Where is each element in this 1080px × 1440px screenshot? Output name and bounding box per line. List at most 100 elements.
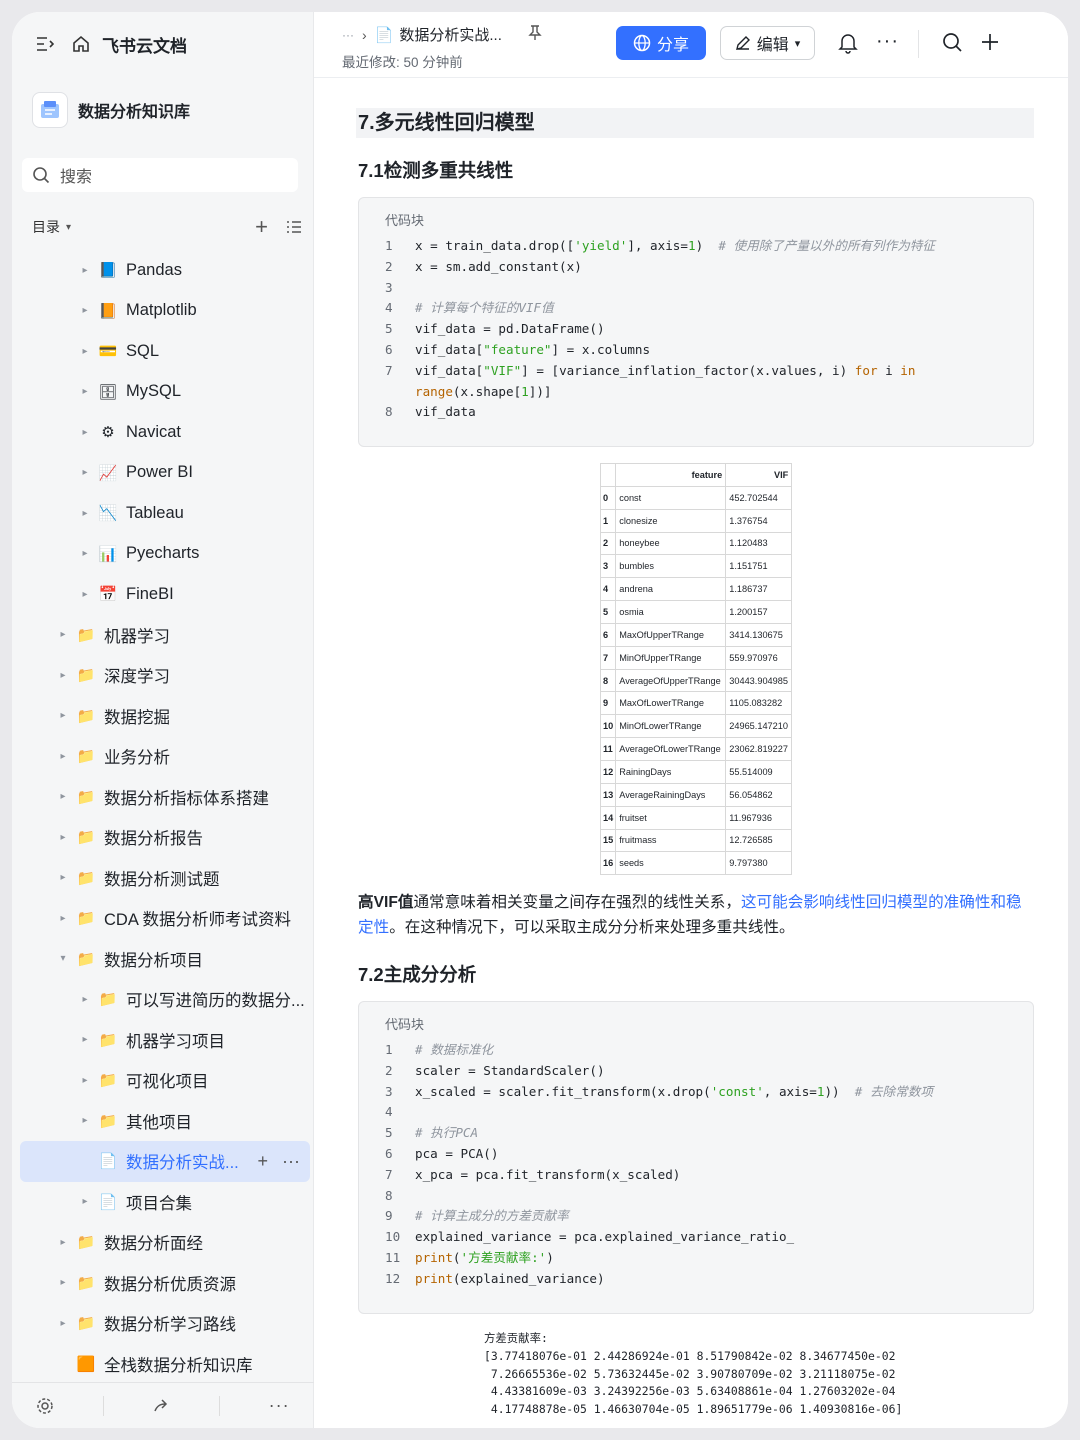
- tree-item[interactable]: ▸ 📁 其他项目: [20, 1101, 312, 1142]
- knowledge-base-name: 数据分析知识库: [78, 104, 191, 121]
- add-icon[interactable]: +: [258, 1151, 269, 1172]
- expanded-arrow-icon[interactable]: ▾: [58, 953, 68, 964]
- tree-item[interactable]: ▸ 📉 Tableau: [20, 493, 312, 534]
- tree-item-label: 全栈数据分析知识库: [104, 1356, 253, 1375]
- expand-arrow-icon[interactable]: ▸: [80, 467, 90, 478]
- table-cell: 24965.147210: [725, 714, 793, 739]
- code-block[interactable]: 代码块 1 x = train_data.drop(['yield'], axis…: [358, 197, 1034, 447]
- expand-arrow-icon[interactable]: ▸: [58, 872, 68, 883]
- add-icon[interactable]: [980, 32, 1000, 57]
- tree-item[interactable]: ▸ 📁 可以写进简历的数据分...: [20, 979, 312, 1020]
- tree-item[interactable]: ▾ 📁 数据分析项目: [20, 939, 312, 980]
- table-cell: 10: [599, 714, 617, 739]
- tree-item[interactable]: ▸ 📁 数据分析学习路线: [20, 1303, 312, 1344]
- tree-item[interactable]: ▸ 📈 Power BI: [20, 453, 312, 494]
- expand-arrow-icon[interactable]: ▸: [58, 629, 68, 640]
- expand-arrow-icon[interactable]: ▸: [80, 346, 90, 357]
- tree-item[interactable]: ▸ 📁 深度学习: [20, 655, 312, 696]
- line-number: 5: [385, 321, 393, 337]
- expand-arrow-icon[interactable]: ▸: [80, 265, 90, 276]
- more-icon[interactable]: ···: [876, 31, 899, 51]
- tree-item[interactable]: ▸ 📁 CDA 数据分析师考试资料: [20, 898, 312, 939]
- table-cell: const: [615, 485, 727, 510]
- tree-item[interactable]: ▸ 📁 数据分析指标体系搭建: [20, 777, 312, 818]
- expand-arrow-icon[interactable]: ▸: [80, 548, 90, 559]
- tree-item[interactable]: ▸ 📁 数据分析测试题: [20, 858, 312, 899]
- tree-item[interactable]: ▸ 💳 SQL: [20, 331, 312, 372]
- code-block[interactable]: 代码块 1 # 数据标准化 2 scaler = StandardScaler() 3 x…: [358, 1001, 1034, 1314]
- expand-arrow-icon[interactable]: ▸: [80, 386, 90, 397]
- expand-arrow-icon[interactable]: ▸: [58, 1318, 68, 1329]
- table-cell: 56.054862: [725, 782, 793, 807]
- item-icon: 📈: [98, 464, 118, 482]
- toc-label[interactable]: 目录: [32, 217, 60, 237]
- settings-icon[interactable]: [36, 1397, 54, 1415]
- expand-arrow-icon[interactable]: ▸: [58, 913, 68, 924]
- home-icon[interactable]: [72, 35, 90, 53]
- tree-item[interactable]: ▸ 📁 机器学习项目: [20, 1020, 312, 1061]
- expand-arrow-icon[interactable]: ▸: [80, 1034, 90, 1045]
- expand-arrow-icon[interactable]: ▸: [80, 1075, 90, 1086]
- expand-arrow-icon[interactable]: ▸: [58, 670, 68, 681]
- share-button[interactable]: 分享: [616, 26, 706, 60]
- table-row: 8 AverageOfUpperTRange 30443.904985: [599, 668, 793, 693]
- tree-item[interactable]: ▸ 📄 项目合集: [20, 1182, 312, 1223]
- table-cell: RainingDays: [615, 759, 727, 784]
- expand-arrow-icon[interactable]: ▸: [58, 710, 68, 721]
- tree-item[interactable]: ▸ 📁 数据分析优质资源: [20, 1263, 312, 1304]
- table-cell: 9: [599, 691, 617, 716]
- breadcrumb-ellipsis[interactable]: ···: [342, 28, 354, 42]
- line-number: 8: [385, 1187, 393, 1203]
- tree-item-label: 业务分析: [104, 749, 170, 768]
- more-icon[interactable]: ···: [269, 1395, 290, 1416]
- more-icon[interactable]: ···: [282, 1151, 300, 1172]
- expand-arrow-icon[interactable]: ▸: [80, 508, 90, 519]
- expand-arrow-icon[interactable]: ▸: [80, 305, 90, 316]
- code-line: 2 scaler = StandardScaler(): [359, 1061, 1035, 1082]
- item-icon: 📁: [76, 667, 96, 685]
- tree-item[interactable]: ▸ 📁 机器学习: [20, 615, 312, 656]
- bell-icon[interactable]: [838, 32, 858, 59]
- expand-arrow-icon[interactable]: ▸: [80, 1196, 90, 1207]
- knowledge-base-header[interactable]: 数据分析知识库: [32, 90, 302, 130]
- expand-arrow-icon[interactable]: ▸: [58, 1237, 68, 1248]
- collapse-sidebar-icon[interactable]: [36, 36, 54, 52]
- share-export-icon[interactable]: [152, 1397, 170, 1415]
- chevron-down-icon[interactable]: ▾: [66, 222, 71, 233]
- list-icon[interactable]: [286, 220, 302, 234]
- expand-arrow-icon[interactable]: ▸: [80, 427, 90, 438]
- doc-title[interactable]: 数据分析实战...: [399, 24, 502, 45]
- tree-item[interactable]: ▸ 📙 Matplotlib: [20, 291, 312, 332]
- expand-arrow-icon[interactable]: ▸: [58, 791, 68, 802]
- expand-arrow-icon[interactable]: ▸: [58, 832, 68, 843]
- tree-item[interactable]: ▸ ⚙ Navicat: [20, 412, 312, 453]
- tree-item[interactable]: 🟧 全栈数据分析知识库: [20, 1344, 312, 1385]
- tree-item[interactable]: ▸ 📁 数据挖掘: [20, 696, 312, 737]
- expand-arrow-icon[interactable]: ▸: [80, 994, 90, 1005]
- tree-item[interactable]: ▸ 🗄 MySQL: [20, 372, 312, 413]
- tree-item[interactable]: ▸ 📁 业务分析: [20, 736, 312, 777]
- tree-item-selected[interactable]: 📄 数据分析实战... + ···: [20, 1141, 310, 1182]
- edit-button[interactable]: 编辑 ▾: [720, 26, 815, 60]
- expand-arrow-icon[interactable]: ▸: [58, 1277, 68, 1288]
- table-cell: AverageOfUpperTRange: [615, 668, 727, 693]
- expand-arrow-icon[interactable]: ▸: [58, 751, 68, 762]
- tree-item[interactable]: ▸ 📁 数据分析报告: [20, 817, 312, 858]
- expand-arrow-icon[interactable]: ▸: [80, 1115, 90, 1126]
- tree-item-label: 机器学习: [104, 627, 170, 646]
- tree-item[interactable]: ▸ 📁 可视化项目: [20, 1060, 312, 1101]
- tree-item[interactable]: ▸ 📅 FineBI: [20, 574, 312, 615]
- search-icon[interactable]: [942, 32, 962, 57]
- search-input[interactable]: 搜索: [22, 158, 298, 192]
- tree-item-label: 数据分析指标体系搭建: [104, 789, 269, 808]
- add-icon[interactable]: +: [255, 216, 268, 238]
- tree-item[interactable]: ▸ 📊 Pyecharts: [20, 534, 312, 575]
- pin-icon[interactable]: [528, 25, 542, 44]
- vif-output-table: feature VIF 0 const 452.702544 1 clonesize 1.37…: [599, 463, 793, 876]
- expand-arrow-icon[interactable]: ▸: [80, 589, 90, 600]
- tree-item[interactable]: ▸ 📘 Pandas: [20, 250, 312, 291]
- tree-item[interactable]: ▸ 📁 数据分析面经: [20, 1222, 312, 1263]
- code-line: 4 # 计算每个特征的VIF值: [359, 298, 1035, 319]
- table-row: 15 fruitmass 12.726585: [599, 828, 793, 853]
- item-actions: + ···: [258, 1151, 301, 1172]
